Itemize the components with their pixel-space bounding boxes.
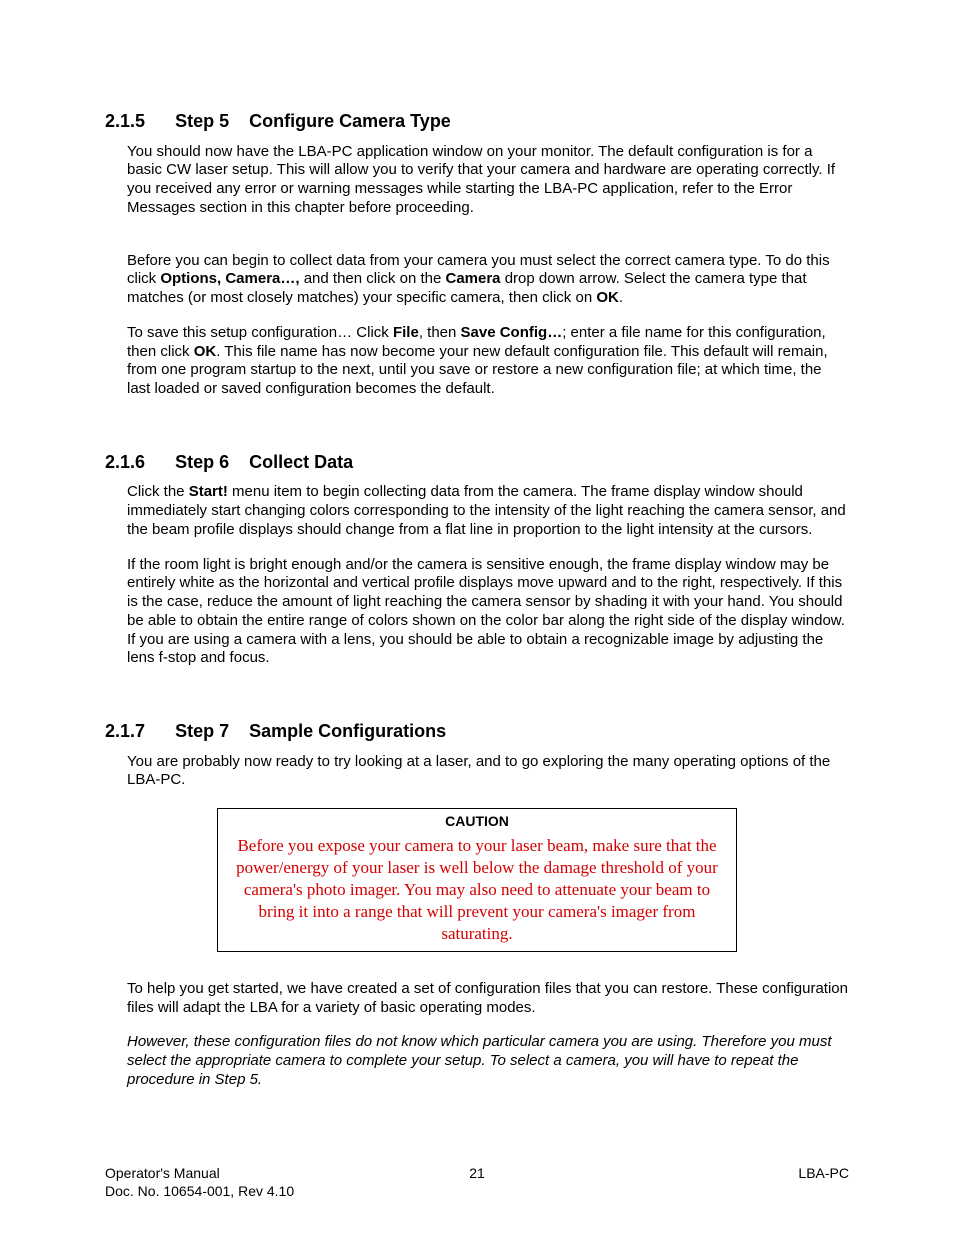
bold-text: OK [194, 343, 217, 360]
text-run: menu item to begin collecting data from … [127, 483, 846, 538]
text-run: and then click on the [300, 270, 446, 287]
paragraph: Before you can begin to collect data fro… [127, 252, 849, 308]
caution-title: CAUTION [228, 813, 726, 831]
section-number: 2.1.7 [105, 721, 145, 741]
paragraph: You should now have the LBA-PC applicati… [127, 143, 849, 218]
section-number: 2.1.6 [105, 452, 145, 472]
paragraph: To help you get started, we have created… [127, 980, 849, 1018]
text-run: . [619, 289, 623, 306]
paragraph: To save this setup configuration… Click … [127, 324, 849, 399]
bold-text: Save Config… [461, 324, 563, 341]
heading-2.1.5: 2.1.5 Step 5 Configure Camera Type [105, 110, 849, 133]
caution-box: CAUTION Before you expose your camera to… [217, 808, 737, 952]
caution-body: Before you expose your camera to your la… [228, 835, 726, 945]
bold-text: OK [596, 289, 619, 306]
text-run: Click the [127, 483, 189, 500]
bold-text: Options, Camera…, [160, 270, 299, 287]
section-step: Step 5 [175, 111, 229, 131]
bold-text: File [393, 324, 419, 341]
paragraph: If the room light is bright enough and/o… [127, 556, 849, 669]
bold-text: Start! [189, 483, 228, 500]
section-step: Step 7 [175, 721, 229, 741]
heading-2.1.6: 2.1.6 Step 6 Collect Data [105, 451, 849, 474]
footer-docno: Doc. No. 10654-001, Rev 4.10 [105, 1183, 294, 1199]
paragraph-italic: However, these configuration files do no… [127, 1033, 849, 1089]
heading-2.1.7: 2.1.7 Step 7 Sample Configurations [105, 720, 849, 743]
document-page: 2.1.5 Step 5 Configure Camera Type You s… [0, 0, 954, 1235]
text-run: , then [419, 324, 461, 341]
paragraph: You are probably now ready to try lookin… [127, 753, 849, 791]
footer-product: LBA-PC [798, 1165, 849, 1183]
section-title: Collect Data [249, 452, 353, 472]
bold-text: Camera [445, 270, 500, 287]
section-title: Sample Configurations [249, 721, 446, 741]
section-title: Configure Camera Type [249, 111, 451, 131]
paragraph: Click the Start! menu item to begin coll… [127, 483, 849, 539]
section-step: Step 6 [175, 452, 229, 472]
text-run: To save this setup configuration… Click [127, 324, 393, 341]
section-number: 2.1.5 [105, 111, 145, 131]
footer-pageno: 21 [105, 1165, 849, 1183]
text-run: . This file name has now become your new… [127, 343, 828, 398]
